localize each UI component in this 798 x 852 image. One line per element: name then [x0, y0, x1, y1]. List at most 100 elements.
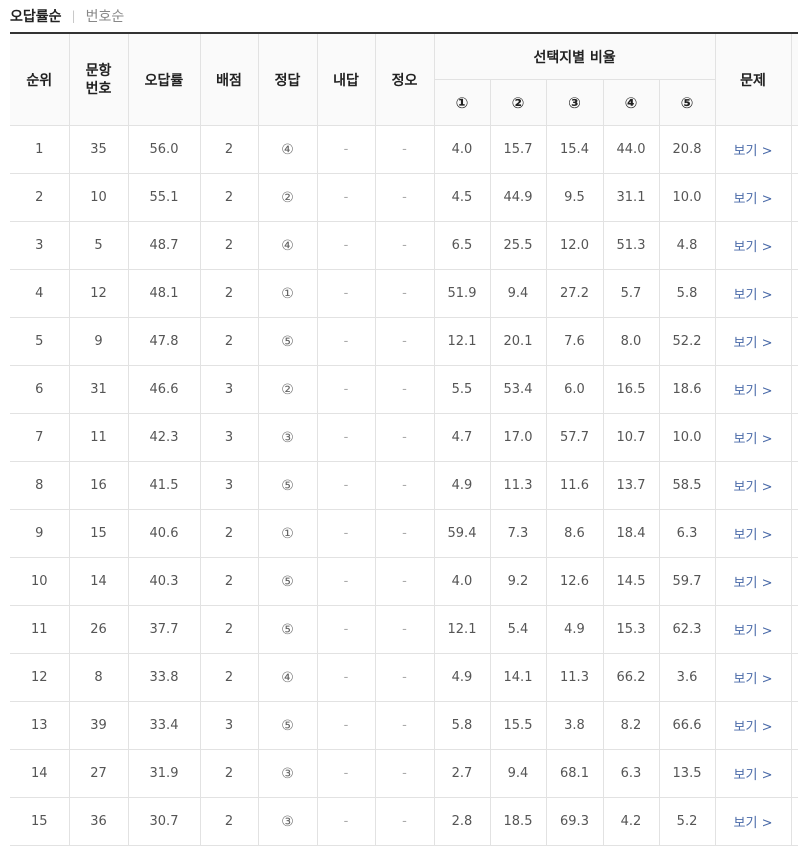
overflow-cell: [790, 317, 798, 366]
my-answer-cell: -: [316, 317, 376, 366]
choice-1-ratio-cell: 2.8: [433, 797, 491, 846]
view-problem-link[interactable]: 보기 >: [714, 509, 792, 558]
choice-1-ratio-cell: 5.8: [433, 701, 491, 750]
correct-wrong-cell: -: [374, 125, 435, 174]
question-number-cell: 9: [68, 317, 129, 366]
rank-cell: 2: [10, 173, 70, 222]
view-problem-link[interactable]: 보기 >: [714, 797, 792, 846]
header-correct-wrong: 정오: [374, 32, 435, 126]
choice-4-ratio-cell: 8.2: [602, 701, 660, 750]
view-problem-link[interactable]: 보기 >: [714, 701, 792, 750]
choice-1-ratio-cell: 4.5: [433, 173, 491, 222]
choice-5-ratio-cell: 18.6: [658, 365, 716, 414]
error-rate-cell: 42.3: [127, 413, 201, 462]
choice-2-ratio-cell: 44.9: [489, 173, 547, 222]
rank-cell: 11: [10, 605, 70, 654]
overflow-cell: [790, 173, 798, 222]
rank-cell: 1: [10, 125, 70, 174]
choice-3-ratio-cell: 11.3: [545, 653, 604, 702]
answer-cell: ⑤: [257, 605, 318, 654]
choice-5-ratio-cell: 13.5: [658, 749, 716, 798]
table-row: 5 9 47.8 2 ⑤ - -12.1 20.1 7.6 8.0 52.2 보기 >: [10, 317, 798, 366]
view-problem-link[interactable]: 보기 >: [714, 557, 792, 606]
my-answer-cell: -: [316, 509, 376, 558]
answer-cell: ⑤: [257, 461, 318, 510]
choice-1-ratio-cell: 4.0: [433, 125, 491, 174]
sort-by-error-rate-tab[interactable]: 오답률순: [10, 6, 62, 26]
table-header: 순위 문항 번호 오답률 배점 정답 내답 정오 선택지별 비율 문제 ① ② ③…: [10, 32, 798, 126]
question-number-cell: 12: [68, 269, 129, 318]
table-row: 1 35 56.0 2 ④ - -4.0 15.7 15.4 44.0 20.8 보기 >: [10, 125, 798, 174]
correct-wrong-cell: -: [374, 653, 435, 702]
view-problem-link[interactable]: 보기 >: [714, 461, 792, 510]
my-answer-cell: -: [316, 605, 376, 654]
choice-3-ratio-cell: 68.1: [545, 749, 604, 798]
overflow-cell: [790, 557, 798, 606]
my-answer-cell: -: [316, 653, 376, 702]
rank-cell: 3: [10, 221, 70, 270]
choice-2-ratio-cell: 15.5: [489, 701, 547, 750]
table-row: 15 36 30.7 2 ③ - -2.8 18.5 69.3 4.2 5.2 보기 >: [10, 797, 798, 846]
correct-wrong-cell: -: [374, 749, 435, 798]
points-cell: 2: [199, 125, 259, 174]
error-rate-cell: 40.6: [127, 509, 201, 558]
error-rate-cell: 30.7: [127, 797, 201, 846]
choice-1-ratio-cell: 6.5: [433, 221, 491, 270]
points-cell: 2: [199, 509, 259, 558]
header-choice-3: ③: [545, 79, 604, 126]
overflow-cell: [790, 269, 798, 318]
choice-1-ratio-cell: 4.0: [433, 557, 491, 606]
view-problem-link[interactable]: 보기 >: [714, 365, 792, 414]
view-problem-link[interactable]: 보기 >: [714, 269, 792, 318]
choice-3-ratio-cell: 27.2: [545, 269, 604, 318]
choice-2-ratio-cell: 5.4: [489, 605, 547, 654]
view-problem-link[interactable]: 보기 >: [714, 653, 792, 702]
table-row: 13 39 33.4 3 ⑤ - -5.8 15.5 3.8 8.2 66.6 보기 >: [10, 701, 798, 750]
view-problem-link[interactable]: 보기 >: [714, 749, 792, 798]
rank-cell: 9: [10, 509, 70, 558]
view-problem-link[interactable]: 보기 >: [714, 413, 792, 462]
choice-3-ratio-cell: 8.6: [545, 509, 604, 558]
error-rate-cell: 31.9: [127, 749, 201, 798]
correct-wrong-cell: -: [374, 269, 435, 318]
choice-2-ratio-cell: 20.1: [489, 317, 547, 366]
choice-4-ratio-cell: 31.1: [602, 173, 660, 222]
error-rate-cell: 33.8: [127, 653, 201, 702]
view-problem-link[interactable]: 보기 >: [714, 125, 792, 174]
view-problem-link[interactable]: 보기 >: [714, 317, 792, 366]
rank-cell: 7: [10, 413, 70, 462]
points-cell: 2: [199, 317, 259, 366]
sort-bar: 오답률순 | 번호순: [0, 0, 798, 32]
view-problem-link[interactable]: 보기 >: [714, 605, 792, 654]
choice-4-ratio-cell: 8.0: [602, 317, 660, 366]
view-problem-link[interactable]: 보기 >: [714, 173, 792, 222]
choice-3-ratio-cell: 57.7: [545, 413, 604, 462]
choice-5-ratio-cell: 59.7: [658, 557, 716, 606]
rank-cell: 4: [10, 269, 70, 318]
choice-4-ratio-cell: 51.3: [602, 221, 660, 270]
question-number-cell: 27: [68, 749, 129, 798]
answer-cell: ③: [257, 797, 318, 846]
view-problem-link[interactable]: 보기 >: [714, 221, 792, 270]
overflow-cell: [790, 413, 798, 462]
sort-by-number-tab[interactable]: 번호순: [86, 6, 125, 26]
choice-3-ratio-cell: 6.0: [545, 365, 604, 414]
header-rank: 순위: [10, 32, 70, 126]
choice-5-ratio-cell: 3.6: [658, 653, 716, 702]
choice-5-ratio-cell: 52.2: [658, 317, 716, 366]
choice-5-ratio-cell: 10.0: [658, 413, 716, 462]
answer-cell: ②: [257, 365, 318, 414]
my-answer-cell: -: [316, 461, 376, 510]
choice-3-ratio-cell: 69.3: [545, 797, 604, 846]
answer-cell: ①: [257, 269, 318, 318]
choice-2-ratio-cell: 9.4: [489, 269, 547, 318]
answer-cell: ④: [257, 125, 318, 174]
my-answer-cell: -: [316, 125, 376, 174]
points-cell: 3: [199, 413, 259, 462]
question-number-cell: 35: [68, 125, 129, 174]
choice-1-ratio-cell: 51.9: [433, 269, 491, 318]
question-number-cell: 5: [68, 221, 129, 270]
choice-3-ratio-cell: 12.0: [545, 221, 604, 270]
header-error-rate: 오답률: [127, 32, 201, 126]
my-answer-cell: -: [316, 365, 376, 414]
